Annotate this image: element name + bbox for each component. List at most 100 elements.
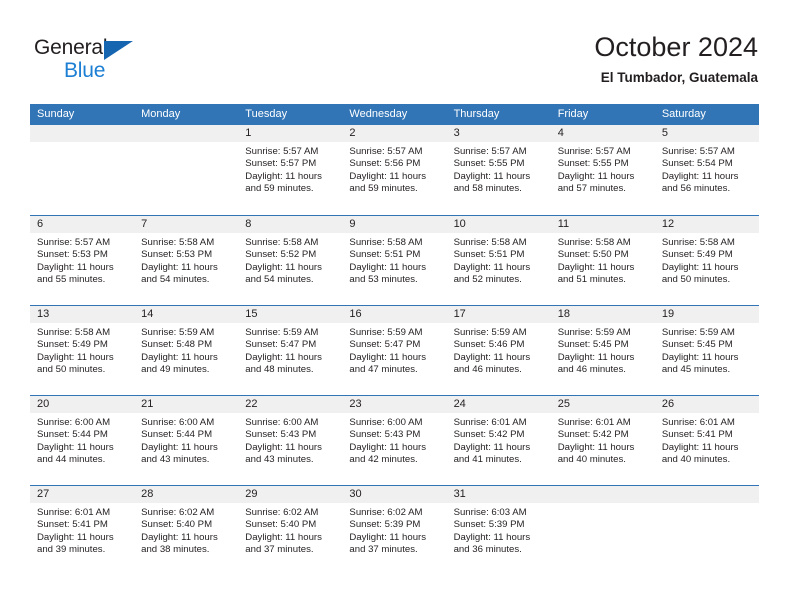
day-number: 29 bbox=[238, 486, 343, 503]
day-cell[interactable]: 24 Sunrise: 6:01 AM Sunset: 5:42 PM Dayligh… bbox=[446, 396, 551, 485]
day-info-line: and 43 minutes. bbox=[141, 454, 210, 466]
day-cell[interactable]: 21 Sunrise: 6:00 AM Sunset: 5:44 PM Dayligh… bbox=[134, 396, 239, 485]
day-cell[interactable]: 23 Sunrise: 6:00 AM Sunset: 5:43 PM Dayligh… bbox=[342, 396, 447, 485]
day-sun-info: Sunrise: 6:01 AM Sunset: 5:41 PM Daylight:… bbox=[30, 503, 134, 557]
day-cell[interactable]: 22 Sunrise: 6:00 AM Sunset: 5:43 PM Dayligh… bbox=[238, 396, 343, 485]
day-cell[interactable]: 8 Sunrise: 5:58 AM Sunset: 5:52 PM Daylight… bbox=[238, 216, 343, 305]
day-cell[interactable]: 14 Sunrise: 5:59 AM Sunset: 5:48 PM Dayligh… bbox=[134, 306, 239, 395]
day-cell[interactable]: 18 Sunrise: 5:59 AM Sunset: 5:45 PM Dayligh… bbox=[550, 306, 655, 395]
day-cell[interactable]: 12 Sunrise: 5:58 AM Sunset: 5:49 PM Dayligh… bbox=[654, 216, 759, 305]
day-info-line: Daylight: 11 hours bbox=[141, 441, 218, 453]
day-cell[interactable]: 17 Sunrise: 5:59 AM Sunset: 5:46 PM Dayligh… bbox=[446, 306, 551, 395]
day-cell[interactable]: 11 Sunrise: 5:58 AM Sunset: 5:50 PM Dayligh… bbox=[550, 216, 655, 305]
day-info-line: Sunset: 5:51 PM bbox=[453, 249, 525, 261]
day-cell[interactable]: 2 Sunrise: 5:57 AM Sunset: 5:56 PM Daylight… bbox=[342, 125, 447, 215]
day-info-line: Daylight: 11 hours bbox=[349, 441, 427, 453]
day-info-line: Sunset: 5:44 PM bbox=[141, 429, 213, 441]
day-info-line: and 45 minutes. bbox=[661, 364, 731, 376]
day-info-line: Sunrise: 5:59 AM bbox=[245, 327, 319, 338]
day-sun-info: Sunrise: 6:01 AM Sunset: 5:41 PM Daylight:… bbox=[655, 413, 759, 467]
day-cell[interactable]: 10 Sunrise: 5:58 AM Sunset: 5:51 PM Dayligh… bbox=[446, 216, 551, 305]
title-block: October 2024 El Tumbador, Guatemala bbox=[594, 30, 758, 88]
day-info-line: Daylight: 11 hours bbox=[453, 531, 531, 543]
day-number: 8 bbox=[238, 216, 343, 233]
day-info-line: and 54 minutes. bbox=[141, 274, 210, 286]
logo-triangle-icon bbox=[104, 41, 133, 60]
day-cell[interactable]: 1 Sunrise: 5:57 AM Sunset: 5:57 PM Daylight… bbox=[238, 125, 343, 215]
day-info-line: Sunrise: 5:59 AM bbox=[661, 327, 735, 338]
weekday-header-thursday: Thursday bbox=[453, 108, 500, 120]
day-cell-empty bbox=[30, 125, 135, 215]
day-info-line: Sunrise: 5:57 AM bbox=[37, 237, 111, 248]
day-sun-info: Sunrise: 5:57 AM Sunset: 5:57 PM Daylight:… bbox=[238, 142, 342, 196]
day-cell[interactable]: 5 Sunrise: 5:57 AM Sunset: 5:54 PM Daylight… bbox=[654, 125, 759, 215]
page-header: General Blue October 2024 El Tumbador, G… bbox=[0, 0, 792, 100]
day-info-line: Sunrise: 6:03 AM bbox=[453, 507, 527, 518]
day-sun-info: Sunrise: 6:00 AM Sunset: 5:44 PM Daylight:… bbox=[134, 413, 238, 467]
day-cell-empty bbox=[550, 486, 655, 575]
generalblue-logo: General Blue bbox=[34, 36, 154, 82]
day-info-line: Sunset: 5:47 PM bbox=[349, 339, 421, 351]
day-cell[interactable]: 27 Sunrise: 6:01 AM Sunset: 5:41 PM Dayligh… bbox=[30, 486, 135, 575]
day-cell[interactable]: 28 Sunrise: 6:02 AM Sunset: 5:40 PM Dayligh… bbox=[134, 486, 239, 575]
day-info-line: Sunset: 5:50 PM bbox=[557, 249, 629, 261]
day-info-line: Sunrise: 6:01 AM bbox=[557, 417, 631, 428]
weekday-header-row: Sunday Monday Tuesday Wednesday Thursday Frid… bbox=[30, 104, 759, 125]
day-cell[interactable]: 3 Sunrise: 5:57 AM Sunset: 5:55 PM Daylight… bbox=[446, 125, 551, 215]
day-cell[interactable]: 20 Sunrise: 6:00 AM Sunset: 5:44 PM Dayligh… bbox=[30, 396, 135, 485]
day-info-line: and 55 minutes. bbox=[37, 274, 106, 286]
day-info-line: Sunrise: 5:58 AM bbox=[557, 237, 631, 248]
day-sun-info: Sunrise: 6:02 AM Sunset: 5:39 PM Daylight:… bbox=[342, 503, 446, 557]
day-info-line: Sunset: 5:42 PM bbox=[453, 429, 525, 441]
day-info-line: Daylight: 11 hours bbox=[557, 170, 635, 182]
day-info-line: Daylight: 11 hours bbox=[349, 261, 427, 273]
day-number: 5 bbox=[654, 125, 759, 142]
day-cell[interactable]: 29 Sunrise: 6:02 AM Sunset: 5:40 PM Dayligh… bbox=[238, 486, 343, 575]
calendar-week-row: 1 Sunrise: 5:57 AM Sunset: 5:57 PM Daylight… bbox=[30, 125, 759, 215]
day-info-line: and 46 minutes. bbox=[557, 364, 626, 376]
day-cell[interactable]: 15 Sunrise: 5:59 AM Sunset: 5:47 PM Dayligh… bbox=[238, 306, 343, 395]
day-info-line: and 50 minutes. bbox=[37, 364, 106, 376]
day-number: 30 bbox=[342, 486, 447, 503]
calendar-week-row: 13 Sunrise: 5:58 AM Sunset: 5:49 PM Dayligh… bbox=[30, 305, 759, 395]
day-info-line: Sunset: 5:49 PM bbox=[37, 339, 108, 351]
day-cell[interactable]: 4 Sunrise: 5:57 AM Sunset: 5:55 PM Daylight… bbox=[550, 125, 655, 215]
day-info-line: and 59 minutes. bbox=[245, 183, 314, 195]
day-cell[interactable]: 25 Sunrise: 6:01 AM Sunset: 5:42 PM Dayligh… bbox=[550, 396, 655, 485]
day-info-line: Sunset: 5:55 PM bbox=[453, 158, 525, 170]
day-cell[interactable]: 26 Sunrise: 6:01 AM Sunset: 5:41 PM Dayligh… bbox=[654, 396, 759, 485]
day-cell[interactable]: 7 Sunrise: 5:58 AM Sunset: 5:53 PM Daylight… bbox=[134, 216, 239, 305]
day-cell[interactable]: 19 Sunrise: 5:59 AM Sunset: 5:45 PM Dayligh… bbox=[654, 306, 759, 395]
day-info-line: and 52 minutes. bbox=[453, 274, 522, 286]
day-sun-info: Sunrise: 6:00 AM Sunset: 5:44 PM Daylight:… bbox=[30, 413, 134, 467]
day-cell[interactable]: 6 Sunrise: 5:57 AM Sunset: 5:53 PM Daylight… bbox=[30, 216, 135, 305]
day-number: 4 bbox=[550, 125, 655, 142]
day-sun-info: Sunrise: 5:57 AM Sunset: 5:53 PM Daylight:… bbox=[30, 233, 134, 287]
day-info-line: Sunset: 5:39 PM bbox=[453, 519, 525, 531]
day-cell-empty bbox=[654, 486, 759, 575]
day-cell[interactable]: 13 Sunrise: 5:58 AM Sunset: 5:49 PM Dayligh… bbox=[30, 306, 135, 395]
day-info-line: and 58 minutes. bbox=[453, 183, 522, 195]
day-info-line: Daylight: 11 hours bbox=[37, 531, 114, 543]
day-cell[interactable]: 16 Sunrise: 5:59 AM Sunset: 5:47 PM Dayligh… bbox=[342, 306, 447, 395]
day-cell[interactable]: 31 Sunrise: 6:03 AM Sunset: 5:39 PM Dayligh… bbox=[446, 486, 551, 575]
day-info-line: Sunset: 5:45 PM bbox=[557, 339, 629, 351]
day-sun-info: Sunrise: 6:00 AM Sunset: 5:43 PM Daylight:… bbox=[238, 413, 342, 467]
day-info-line: Sunset: 5:55 PM bbox=[557, 158, 629, 170]
day-number: 22 bbox=[238, 396, 343, 413]
day-number: 21 bbox=[134, 396, 239, 413]
calendar-week-row: 20 Sunrise: 6:00 AM Sunset: 5:44 PM Dayligh… bbox=[30, 395, 759, 485]
day-number: 10 bbox=[446, 216, 551, 233]
day-info-line: Sunrise: 5:57 AM bbox=[661, 146, 735, 157]
day-cell[interactable]: 30 Sunrise: 6:02 AM Sunset: 5:39 PM Dayligh… bbox=[342, 486, 447, 575]
day-info-line: and 46 minutes. bbox=[453, 364, 522, 376]
day-number: 11 bbox=[550, 216, 655, 233]
day-sun-info: Sunrise: 5:57 AM Sunset: 5:56 PM Daylight:… bbox=[342, 142, 446, 196]
day-info-line: and 40 minutes. bbox=[661, 454, 731, 466]
day-cell[interactable]: 9 Sunrise: 5:58 AM Sunset: 5:51 PM Daylight… bbox=[342, 216, 447, 305]
day-sun-info: Sunrise: 5:59 AM Sunset: 5:47 PM Daylight:… bbox=[238, 323, 342, 377]
day-info-line: and 39 minutes. bbox=[37, 544, 106, 556]
day-info-line: Sunset: 5:40 PM bbox=[141, 519, 213, 531]
day-info-line: Daylight: 11 hours bbox=[349, 351, 427, 363]
day-info-line: Daylight: 11 hours bbox=[37, 261, 114, 273]
